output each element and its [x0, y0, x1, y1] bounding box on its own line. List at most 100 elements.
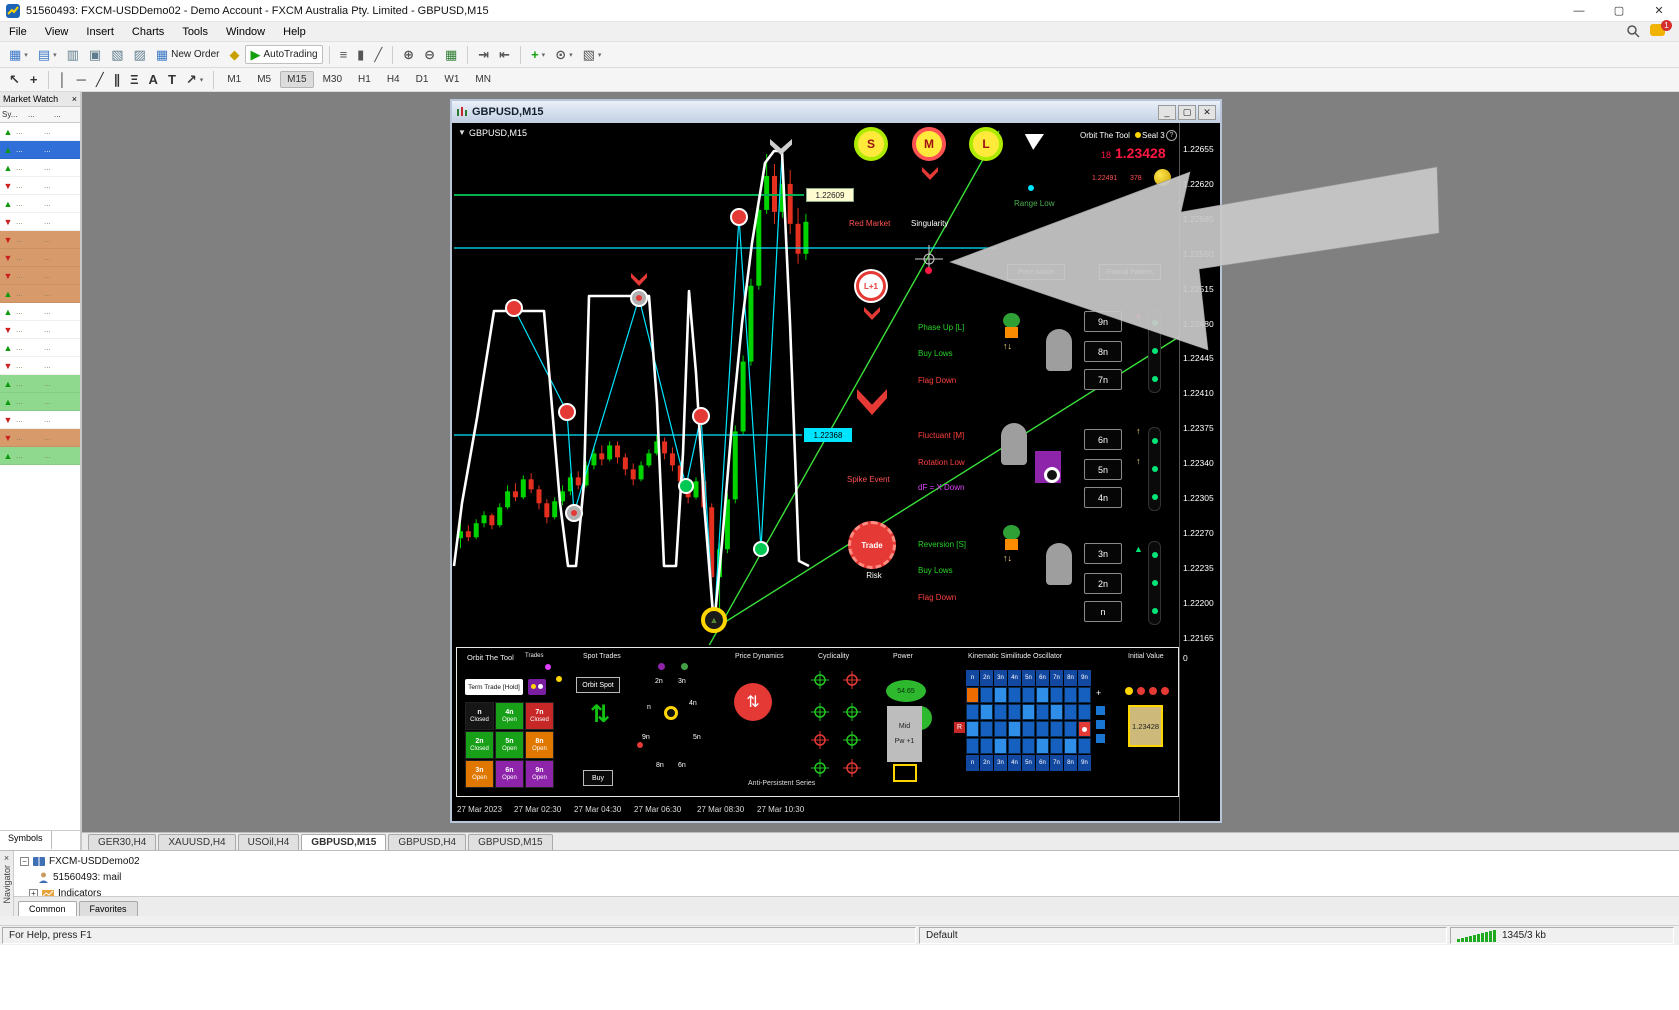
market-watch-row[interactable]: ▼...... — [0, 231, 80, 249]
navigator-button[interactable]: ▧ — [107, 46, 127, 63]
maximize-button[interactable]: ▢ — [1599, 0, 1639, 21]
market-watch-row[interactable]: ▼...... — [0, 249, 80, 267]
level-button-9n[interactable]: 9n — [1084, 311, 1122, 332]
kso-cell[interactable] — [1078, 687, 1091, 703]
kso-cell[interactable] — [966, 721, 979, 737]
fibonacci-button[interactable]: Ξ — [126, 71, 142, 88]
timeframe-m5-button[interactable]: M5 — [250, 71, 278, 88]
text-button[interactable]: A — [145, 71, 162, 88]
timeframe-m15-button[interactable]: M15 — [280, 71, 314, 88]
power-mid-box[interactable]: Mid Pw +1 — [887, 706, 922, 762]
indicators-button[interactable]: + ▾ — [527, 46, 549, 63]
kso-cell[interactable] — [1064, 738, 1077, 754]
cursor-button[interactable]: ↖ — [5, 71, 24, 88]
level-button-2n[interactable]: 2n — [1084, 573, 1122, 594]
chart-area[interactable]: ▼ GBPUSD,M15 1.22655 1.22620 1.22585 1.22550 1… — [452, 123, 1220, 821]
data-window-button[interactable]: ▣ — [85, 46, 105, 63]
timeframe-m30-button[interactable]: M30 — [316, 71, 349, 88]
kso-cell[interactable] — [1078, 704, 1091, 720]
kso-cell[interactable] — [1064, 721, 1077, 737]
trade-risk-icon[interactable]: Trade — [848, 521, 896, 569]
text-label-button[interactable]: T — [164, 71, 180, 88]
bar-chart-button[interactable]: ≡ — [336, 46, 352, 63]
level-button-7n[interactable]: 7n — [1084, 369, 1122, 390]
chart-window-titlebar[interactable]: GBPUSD,M15 _ ▢ ✕ — [452, 101, 1220, 123]
menu-help[interactable]: Help — [274, 23, 315, 41]
level-button-6n[interactable]: 6n — [1084, 429, 1122, 450]
level-button-5n[interactable]: 5n — [1084, 459, 1122, 480]
kso-cell[interactable] — [1008, 704, 1021, 720]
kso-cell[interactable] — [1022, 687, 1035, 703]
market-watch-row[interactable]: ▲...... — [0, 141, 80, 159]
market-watch-close-icon[interactable]: × — [72, 94, 77, 104]
chart-shift-button[interactable]: ⇤ — [495, 46, 514, 63]
market-watch-row[interactable]: ▲...... — [0, 393, 80, 411]
autotrading-button[interactable]: ▶ AutoTrading — [245, 45, 323, 64]
level-button-8n[interactable]: 8n — [1084, 341, 1122, 362]
orbit-spot-button[interactable]: Orbit Spot — [576, 677, 620, 693]
price-scale[interactable]: 1.22655 1.22620 1.22585 1.22550 1.22515 1.224… — [1179, 123, 1220, 821]
kso-cell[interactable] — [994, 721, 1007, 737]
market-watch-row[interactable]: ▲...... — [0, 447, 80, 465]
templates-button[interactable]: ▧ ▾ — [579, 46, 606, 63]
kso-cell[interactable] — [1050, 721, 1063, 737]
chart-tab-gbpusd-h4[interactable]: GBPUSD,H4 — [388, 834, 467, 850]
trade-cell-5n[interactable]: 5n Open — [495, 731, 524, 759]
column-symbol[interactable]: Sy... — [0, 110, 28, 119]
periods-button[interactable]: ⊙ ▾ — [551, 46, 576, 63]
kso-cell[interactable] — [1050, 687, 1063, 703]
level-button-3n[interactable]: 3n — [1084, 543, 1122, 564]
column-bid[interactable]: ... — [28, 110, 54, 119]
chart-restore-button[interactable]: ▢ — [1178, 104, 1196, 120]
crosshair-button[interactable]: + — [26, 71, 42, 88]
trade-cell-n[interactable]: n Closed — [465, 702, 494, 730]
menu-file[interactable]: File — [0, 23, 36, 41]
price-action-button[interactable]: Price Action — [1007, 264, 1065, 280]
trade-cell-9n[interactable]: 9n Open — [525, 760, 554, 788]
menu-window[interactable]: Window — [217, 23, 274, 41]
market-watch-row[interactable]: ▲...... — [0, 375, 80, 393]
kso-cell[interactable] — [994, 704, 1007, 720]
kso-cell[interactable] — [980, 704, 993, 720]
kso-cell[interactable] — [1008, 721, 1021, 737]
chart-tab-gbpusd-m15[interactable]: GBPUSD,M15 — [468, 834, 553, 850]
timeframe-d1-button[interactable]: D1 — [409, 71, 436, 88]
horizontal-line-button[interactable]: ─ — [73, 71, 90, 88]
candlestick-chart-button[interactable]: ▮ — [353, 46, 368, 63]
term-trade-button[interactable]: Term Trade [Hold] — [465, 679, 523, 695]
market-watch-row[interactable]: ▲...... — [0, 285, 80, 303]
zoom-in-button[interactable]: ⊕ — [399, 46, 418, 63]
market-watch-row[interactable]: ▲...... — [0, 123, 80, 141]
timeframe-h1-button[interactable]: H1 — [351, 71, 378, 88]
level-button-n[interactable]: n — [1084, 601, 1122, 622]
kso-cell[interactable] — [1064, 687, 1077, 703]
menu-charts[interactable]: Charts — [123, 23, 173, 41]
kso-cell[interactable] — [994, 738, 1007, 754]
market-watch-row[interactable]: ▲...... — [0, 159, 80, 177]
tree-item-login[interactable]: 51560493: mail — [20, 869, 1679, 885]
kso-cell[interactable] — [1036, 687, 1049, 703]
arrows-button[interactable]: ↗ ▾ — [182, 71, 207, 88]
market-watch-row[interactable]: ▼...... — [0, 213, 80, 231]
kso-cell[interactable] — [1050, 704, 1063, 720]
kso-cell[interactable] — [966, 704, 979, 720]
kso-cell[interactable] — [1008, 687, 1021, 703]
kso-cell[interactable] — [980, 738, 993, 754]
chart-tab-ger30-h4[interactable]: GER30,H4 — [88, 834, 157, 850]
status-profile[interactable]: Default — [919, 927, 1447, 944]
market-watch-row[interactable]: ▼...... — [0, 429, 80, 447]
tab-symbols[interactable]: Symbols — [0, 831, 52, 850]
menu-insert[interactable]: Insert — [77, 23, 123, 41]
zoom-out-button[interactable]: ⊖ — [420, 46, 439, 63]
metaeditor-button[interactable]: ◆ — [225, 46, 243, 63]
collapse-icon[interactable]: − — [20, 856, 29, 866]
tile-windows-button[interactable]: ▦ — [441, 46, 461, 63]
mode-chip[interactable] — [528, 679, 546, 695]
search-icon[interactable] — [1627, 25, 1640, 38]
market-watch-row[interactable]: ▼...... — [0, 321, 80, 339]
kso-cell[interactable] — [980, 721, 993, 737]
tab-common[interactable]: Common — [18, 901, 77, 916]
fractal-pattern-button[interactable]: Fractal Pattern — [1099, 264, 1161, 280]
timeframe-mn-button[interactable]: MN — [468, 71, 498, 88]
terminal-button[interactable]: ▨ — [130, 46, 150, 63]
